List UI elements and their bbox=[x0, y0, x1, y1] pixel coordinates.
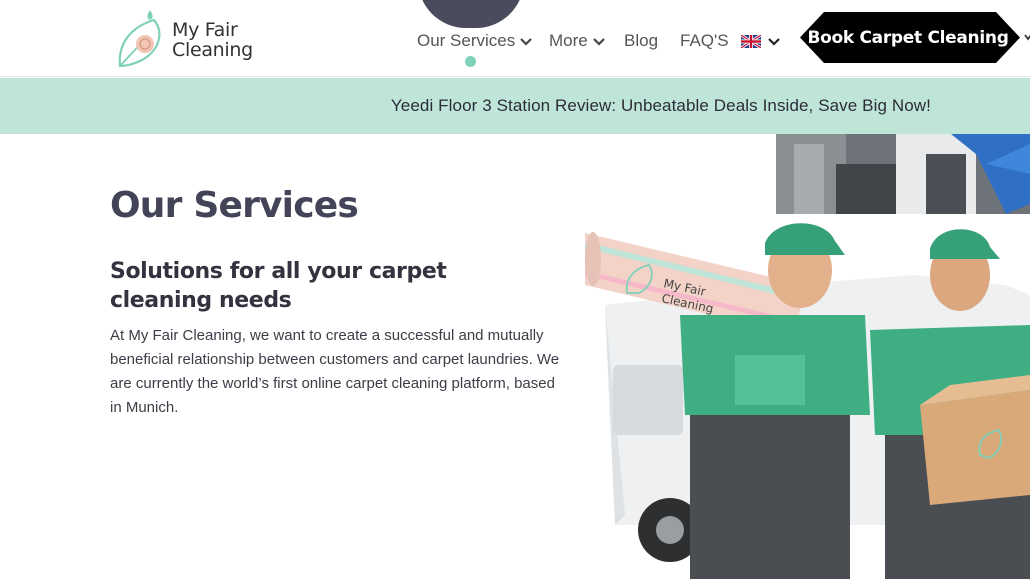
intro-paragraph: At My Fair Cleaning, we want to create a… bbox=[110, 327, 560, 416]
leaf-logo-icon bbox=[118, 10, 161, 68]
chevron-down-icon bbox=[1024, 34, 1030, 41]
nav-faqs-label: FAQ'S bbox=[680, 31, 729, 50]
banner-text[interactable]: Yeedi Floor 3 Station Review: Unbeatable… bbox=[391, 96, 931, 116]
site-logo[interactable]: My Fair Cleaning bbox=[114, 6, 264, 70]
active-nav-indicator-shape bbox=[418, 0, 524, 28]
cleaning-machine-photo bbox=[776, 134, 1030, 214]
site-header: My Fair Cleaning Our Services More Blog … bbox=[0, 0, 1030, 77]
book-carpet-cleaning-button[interactable]: Book Carpet Cleaning bbox=[800, 12, 1020, 63]
uk-flag-icon[interactable] bbox=[741, 35, 761, 48]
hero-workers-photo: My Fair Cleaning bbox=[585, 215, 1030, 579]
active-dot bbox=[465, 56, 476, 67]
nav-our-services-label: Our Services bbox=[417, 31, 516, 50]
chevron-down-icon bbox=[520, 38, 533, 46]
nav-our-services[interactable]: Our Services bbox=[417, 30, 533, 52]
language-chevron-down-icon[interactable] bbox=[767, 34, 781, 48]
book-button-label: Book Carpet Cleaning bbox=[807, 27, 1009, 48]
logo-text-line1: My Fair bbox=[172, 19, 238, 41]
nav-blog-label: Blog bbox=[624, 31, 659, 50]
nav-more[interactable]: More bbox=[549, 30, 606, 52]
section-subtitle: Solutions for all your carpet cleaning n… bbox=[110, 259, 447, 313]
nav-more-label: More bbox=[549, 31, 588, 50]
page-title: Our Services bbox=[110, 185, 359, 226]
nav-faqs[interactable]: FAQ'S bbox=[680, 30, 729, 52]
chevron-down-icon bbox=[592, 38, 605, 46]
logo-text-line2: Cleaning bbox=[172, 39, 253, 61]
promo-banner[interactable]: Yeedi Floor 3 Station Review: Unbeatable… bbox=[0, 78, 1030, 134]
nav-blog[interactable]: Blog bbox=[624, 30, 658, 52]
